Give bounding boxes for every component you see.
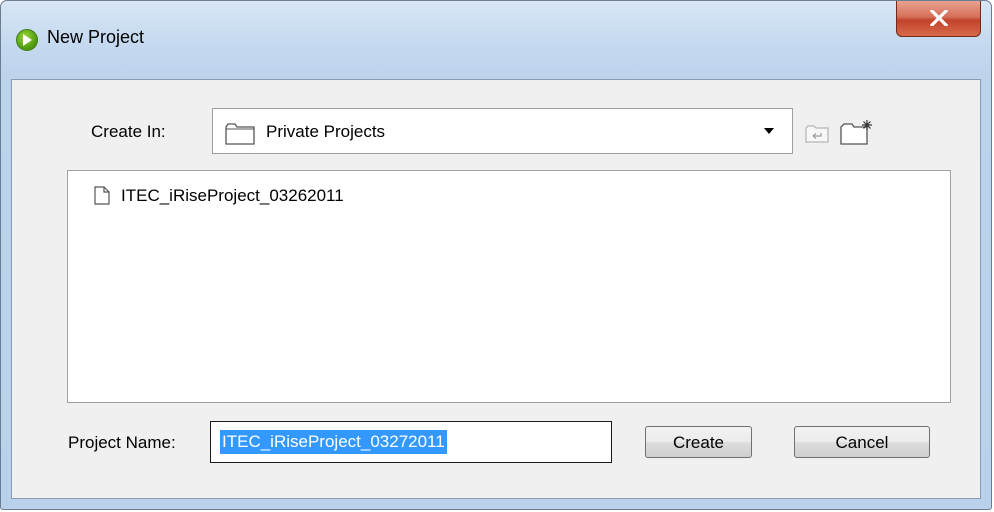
dialog-body: Create In: Private Projects ITEC_iRisePr… — [11, 79, 981, 499]
list-item-label: ITEC_iRiseProject_03262011 — [121, 186, 344, 205]
dialog-title: New Project — [47, 27, 145, 47]
file-icon — [94, 186, 110, 205]
cancel-button[interactable]: Cancel — [794, 426, 930, 458]
selected-text-highlight: ITEC_iRiseProject_03272011 — [220, 430, 447, 454]
create-in-label: Create In: — [91, 122, 166, 141]
create-new-folder-icon[interactable] — [839, 118, 873, 146]
create-in-value: Private Projects — [266, 122, 386, 141]
create-in-dropdown[interactable]: Private Projects — [212, 108, 793, 154]
close-button[interactable] — [896, 1, 981, 37]
project-list[interactable]: ITEC_iRiseProject_03262011 — [67, 170, 951, 403]
folder-icon — [225, 123, 255, 145]
close-icon — [930, 10, 948, 26]
create-button[interactable]: Create — [645, 426, 752, 458]
up-one-level-icon[interactable] — [805, 125, 829, 143]
app-logo-icon — [16, 29, 38, 51]
new-project-dialog: New Project Create In: Private Projects — [0, 0, 992, 510]
title-bar[interactable]: New Project — [1, 1, 991, 79]
project-name-label: Project Name: — [68, 433, 176, 452]
chevron-down-icon[interactable] — [764, 128, 774, 134]
